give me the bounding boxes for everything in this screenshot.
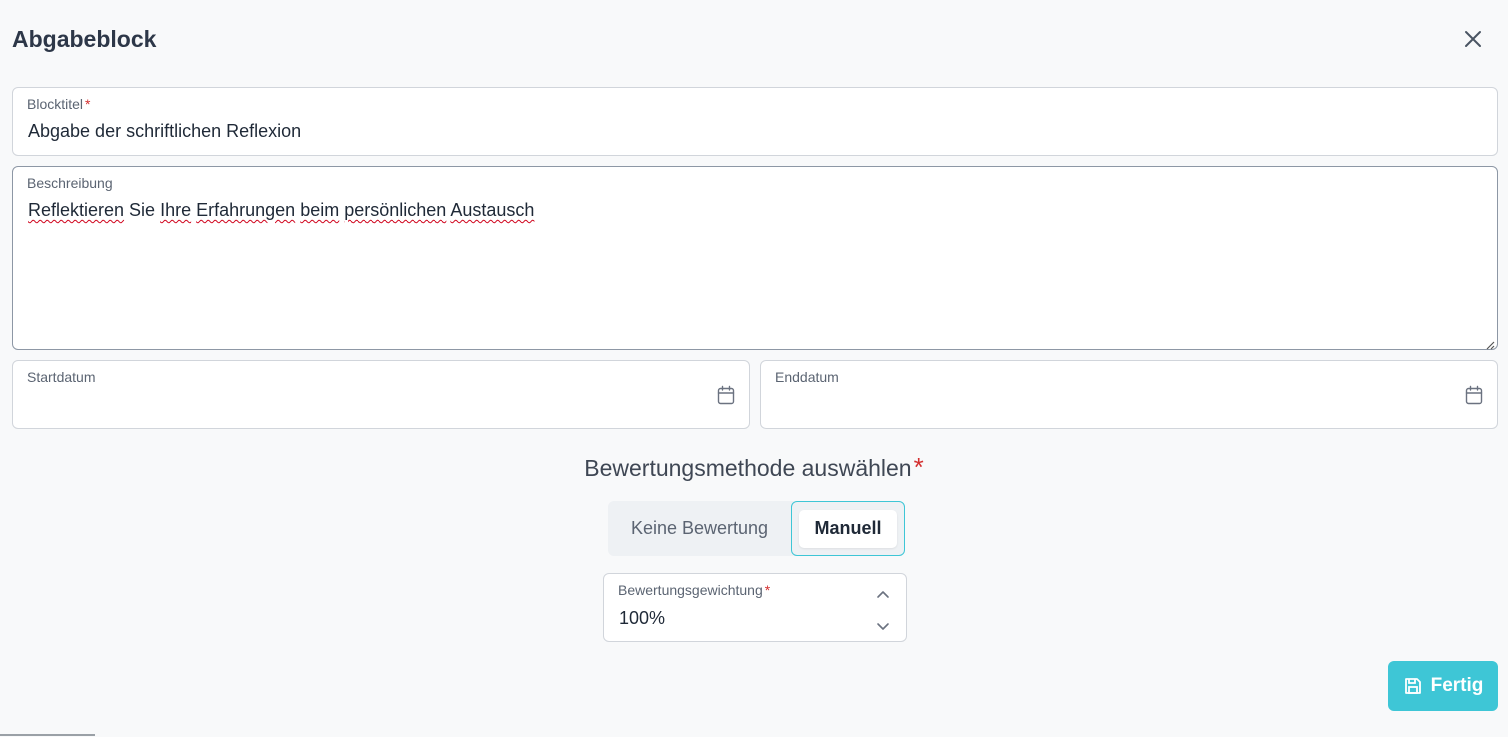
calendar-icon[interactable] [717, 385, 735, 405]
dialog: Abgabeblock Blocktitel * Abgabe der schri… [0, 0, 1508, 737]
option-manual-label: Manuell [799, 509, 897, 548]
weighting-field[interactable]: Bewertungsgewichtung * 100% [603, 573, 907, 642]
option-no-grading[interactable]: Keine Bewertung [608, 501, 791, 556]
option-manual[interactable]: Manuell [791, 501, 905, 556]
save-icon [1403, 676, 1423, 696]
required-mark: * [913, 452, 924, 482]
done-button[interactable]: Fertig [1388, 661, 1498, 711]
done-button-label: Fertig [1430, 675, 1484, 696]
chevron-down-icon[interactable] [876, 619, 890, 630]
block-title-field[interactable]: Blocktitel * Abgabe der schriftlichen Ref… [12, 87, 1498, 156]
divider [0, 734, 95, 736]
description-field[interactable]: Beschreibung Reflektieren Sie Ihre Erfah… [12, 166, 1498, 350]
weighting-label: Bewertungsgewichtung * [618, 582, 771, 598]
grading-method-toggle: Keine Bewertung Manuell [608, 501, 905, 556]
description-label: Beschreibung [27, 175, 113, 191]
required-mark: * [764, 582, 771, 598]
chevron-up-icon[interactable] [876, 586, 890, 598]
close-button[interactable] [1462, 28, 1484, 50]
end-date-label: Enddatum [775, 369, 839, 385]
close-icon [1462, 28, 1484, 50]
resize-handle[interactable] [1485, 337, 1495, 350]
grading-method-heading: Bewertungsmethode auswählen* [584, 452, 924, 482]
calendar-icon[interactable] [1465, 385, 1483, 405]
end-date-field[interactable]: Enddatum [760, 360, 1498, 429]
dialog-title: Abgabeblock [12, 26, 157, 52]
required-mark: * [85, 96, 91, 112]
block-title-input[interactable]: Abgabe der schriftlichen Reflexion [28, 121, 301, 142]
start-date-label: Startdatum [27, 369, 96, 385]
description-textarea[interactable]: Reflektieren Sie Ihre Erfahrungen beim p… [28, 200, 534, 221]
weighting-input[interactable]: 100% [619, 608, 665, 629]
block-title-label: Blocktitel * [27, 96, 91, 112]
start-date-field[interactable]: Startdatum [12, 360, 750, 429]
